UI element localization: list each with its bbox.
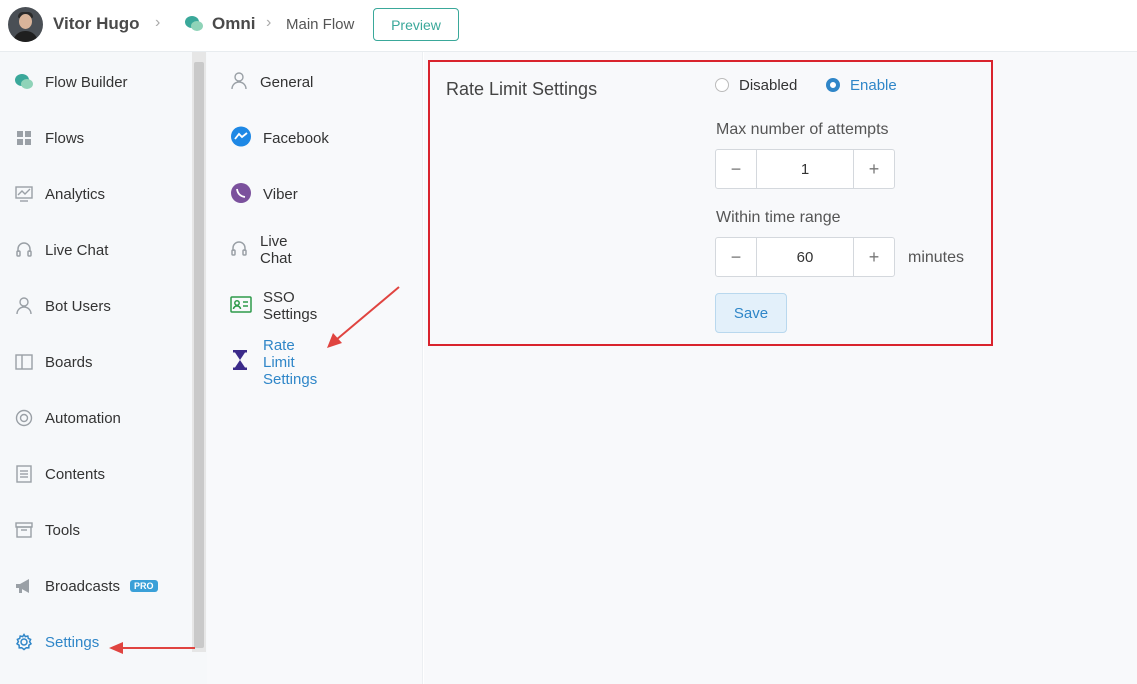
sidebar-item-label: Tools [45,521,81,539]
top-bar: Vitor Hugo › Omni › Main Flow Preview [0,0,1137,52]
submenu-item-label: Facebook [263,129,329,147]
time-range-label: Within time range [716,209,841,226]
submenu-item-label: Rate Limit Settings [263,336,318,388]
submenu-item-label: Viber [263,185,298,203]
gear-icon [14,632,34,652]
user-name[interactable]: Vitor Hugo [53,14,140,34]
avatar[interactable] [8,7,43,42]
tools-icon [14,520,34,540]
user-icon [231,72,247,90]
pro-badge: PRO [130,580,158,592]
messenger-icon [231,126,251,147]
highlight-box [428,60,993,346]
flow-name[interactable]: Main Flow [286,16,354,33]
max-attempts-input[interactable]: 1 [757,150,853,188]
megaphone-icon [14,576,34,596]
sidebar-item-label: Contents [45,465,106,483]
sidebar-item-tools[interactable]: Tools [0,510,190,550]
save-button[interactable]: Save [715,293,787,333]
sidebar-item-contents[interactable]: Contents [0,454,190,494]
sidebar-item-label: Automation [45,409,121,427]
headset-icon [231,241,247,256]
submenu-item-label: SSO Settings [263,289,318,323]
contents-icon [14,464,34,484]
submenu-item-live-chat[interactable]: Live Chat [0,230,292,270]
radio-label: Disabled [739,76,798,94]
radio-circle[interactable] [715,78,729,92]
submenu-item-general[interactable]: General [0,62,313,102]
sidebar-item-settings[interactable]: Settings [0,622,190,662]
section-title: Rate Limit Settings [446,79,598,99]
submenu-item-label: General [260,73,314,91]
submenu-item-label: Live Chat [260,233,292,267]
submenu-item-sso-settings[interactable]: SSO Settings [0,286,317,326]
time-unit-label: minutes [908,249,965,266]
radio-label: Enable [850,76,897,94]
increment-button[interactable]: + [853,238,894,276]
chevron-right-icon: › [266,14,272,31]
decrement-button[interactable]: − [716,238,757,276]
hourglass-icon [233,350,247,370]
max-attempts-stepper: − 1 + [715,149,895,189]
sidebar-item-automation[interactable]: Automation [0,398,190,438]
radio-enable[interactable]: Enable [826,76,897,94]
increment-button[interactable]: + [853,150,894,188]
sidebar-item-broadcasts[interactable]: Broadcasts PRO [0,566,190,606]
radio-disabled[interactable]: Disabled [715,76,797,94]
viber-icon [231,183,251,203]
chevron-right-icon: › [155,14,161,31]
id-card-icon [230,296,252,313]
time-range-input[interactable]: 60 [757,238,853,276]
submenu-item-rate-limit-settings[interactable]: Rate Limit Settings [0,337,317,388]
bot-name[interactable]: Omni [212,14,255,34]
submenu-item-facebook[interactable]: Facebook [0,118,329,158]
preview-button[interactable]: Preview [373,8,459,41]
time-range-stepper: − 60 + [715,237,895,277]
max-attempts-label: Max number of attempts [716,121,889,138]
sidebar-item-label: Settings [45,633,100,651]
decrement-button[interactable]: − [716,150,757,188]
radio-circle[interactable] [826,78,840,92]
submenu-item-viber[interactable]: Viber [0,174,298,214]
automation-icon [14,408,34,428]
omni-bot-icon [185,16,203,31]
sidebar-item-label: Broadcasts [45,577,121,595]
